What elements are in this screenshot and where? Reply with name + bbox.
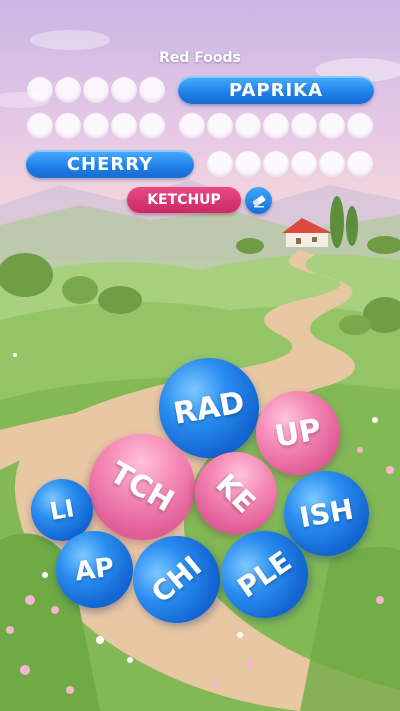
- empty-letter-slot: [139, 113, 165, 139]
- game-scene: Red Foods PAPRIKA CHERRY KETCHUP RAD UP …: [0, 0, 400, 711]
- found-word-cherry: CHERRY: [26, 150, 194, 178]
- bubble-label: PLE: [231, 544, 298, 605]
- empty-letter-slot: [111, 113, 137, 139]
- empty-letter-slot: [347, 151, 373, 177]
- empty-letter-slot: [55, 113, 81, 139]
- bubble-label: UP: [272, 411, 324, 455]
- empty-letter-slot: [291, 113, 317, 139]
- current-word-display: KETCHUP: [127, 187, 241, 213]
- bubble-label: ISH: [297, 492, 356, 535]
- empty-letter-slot: [83, 113, 109, 139]
- empty-letter-slot: [347, 113, 373, 139]
- empty-letter-slot: [207, 151, 233, 177]
- empty-letter-slot: [235, 151, 261, 177]
- empty-letter-slot: [263, 151, 289, 177]
- found-word-paprika: PAPRIKA: [178, 76, 374, 104]
- bubble-label: RAD: [170, 384, 248, 432]
- bubble-label: TCH: [103, 454, 181, 520]
- empty-letter-slot: [27, 77, 53, 103]
- empty-letter-slot: [139, 77, 165, 103]
- bubble-label: CHI: [145, 549, 208, 610]
- empty-letter-slot: [319, 113, 345, 139]
- empty-letter-slot: [27, 113, 53, 139]
- empty-letter-slot: [291, 151, 317, 177]
- empty-letter-slot: [179, 113, 205, 139]
- empty-letter-slot: [235, 113, 261, 139]
- empty-letter-slot: [319, 151, 345, 177]
- empty-letter-slot: [55, 77, 81, 103]
- category-title: Red Foods: [159, 50, 241, 66]
- eraser-button[interactable]: [245, 187, 272, 214]
- empty-letter-slot: [83, 77, 109, 103]
- empty-letter-slot: [111, 77, 137, 103]
- bubble-label: LI: [47, 494, 77, 526]
- eraser-icon: [252, 195, 265, 207]
- bubble-label: AP: [73, 551, 116, 588]
- bubble-label: KE: [209, 466, 263, 520]
- empty-letter-slot: [263, 113, 289, 139]
- empty-letter-slot: [207, 113, 233, 139]
